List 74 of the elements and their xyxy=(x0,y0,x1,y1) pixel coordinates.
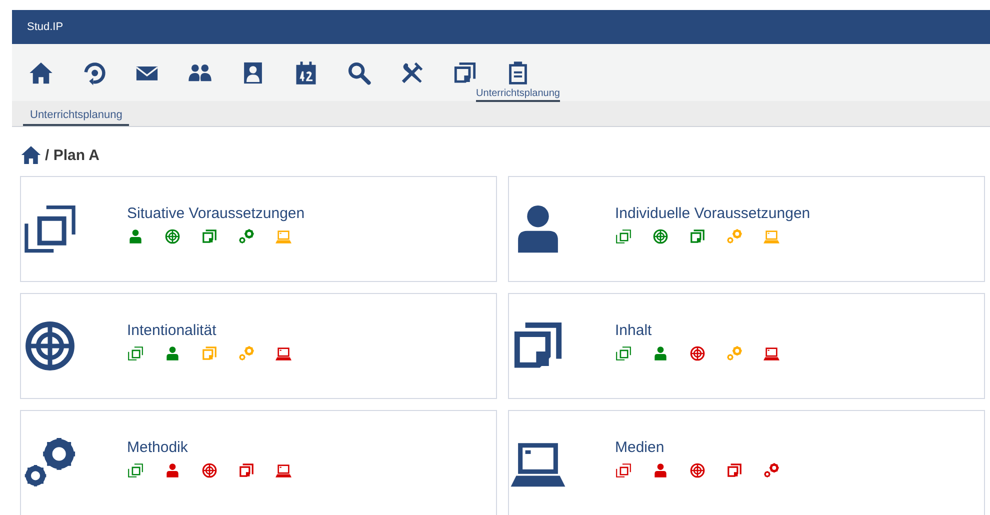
home-icon[interactable] xyxy=(28,60,54,86)
frame-icon xyxy=(127,462,144,479)
card-title[interactable]: Situative Voraussetzungen xyxy=(127,205,305,222)
status-indicator[interactable] xyxy=(275,345,292,362)
gears-icon xyxy=(763,462,780,479)
documents-icon xyxy=(726,462,743,479)
status-indicator[interactable] xyxy=(201,228,218,245)
category-card[interactable]: Intentionalität xyxy=(20,293,497,399)
card-title[interactable]: Methodik xyxy=(127,439,292,456)
category-card[interactable]: Methodik xyxy=(20,410,497,515)
card-title[interactable]: Individuelle Voraussetzungen xyxy=(615,205,810,222)
breadcrumb-text: / Plan A xyxy=(45,146,100,164)
status-indicator[interactable] xyxy=(201,462,218,479)
status-indicator[interactable] xyxy=(127,228,144,245)
documents-icon xyxy=(201,345,218,362)
gears-icon xyxy=(238,228,255,245)
status-indicator[interactable] xyxy=(763,345,780,362)
person-icon xyxy=(164,462,181,479)
person-icon xyxy=(164,345,181,362)
category-card[interactable]: Individuelle Voraussetzungen xyxy=(508,176,985,282)
status-indicator[interactable] xyxy=(652,228,669,245)
status-indicator[interactable] xyxy=(615,462,632,479)
category-card[interactable]: Inhalt xyxy=(508,293,985,399)
frame-icon xyxy=(615,345,632,362)
status-indicator[interactable] xyxy=(164,345,181,362)
status-indicator[interactable] xyxy=(238,462,255,479)
status-indicator[interactable] xyxy=(763,462,780,479)
person-icon xyxy=(652,345,669,362)
status-indicator[interactable] xyxy=(238,228,255,245)
site-title[interactable]: Stud.IP xyxy=(27,21,64,33)
gears-icon xyxy=(726,345,743,362)
status-indicator[interactable] xyxy=(275,462,292,479)
laptop-icon xyxy=(763,345,780,362)
gears-icon xyxy=(726,228,743,245)
status-indicator[interactable] xyxy=(726,462,743,479)
card-title[interactable]: Intentionalität xyxy=(127,322,292,339)
person-icon xyxy=(127,228,144,245)
crosshair-icon xyxy=(201,462,218,479)
status-indicator[interactable] xyxy=(164,228,181,245)
card-title[interactable]: Inhalt xyxy=(615,322,780,339)
home-icon[interactable] xyxy=(20,144,42,166)
status-indicator[interactable] xyxy=(689,228,706,245)
documents-icon xyxy=(201,228,218,245)
documents-icon[interactable] xyxy=(452,60,478,86)
frame-icon xyxy=(127,345,144,362)
status-indicator[interactable] xyxy=(615,228,632,245)
status-indicator[interactable] xyxy=(652,462,669,479)
person-icon xyxy=(652,462,669,479)
category-card[interactable]: Medien xyxy=(508,410,985,515)
status-indicator[interactable] xyxy=(689,462,706,479)
crosshair-icon xyxy=(689,345,706,362)
laptop-icon xyxy=(763,228,780,245)
status-indicator[interactable] xyxy=(127,462,144,479)
frame-icon xyxy=(615,462,632,479)
status-indicator[interactable] xyxy=(652,345,669,362)
status-indicator[interactable] xyxy=(164,462,181,479)
crosshair-icon xyxy=(652,228,669,245)
frame-icon xyxy=(615,228,632,245)
crosshair-icon xyxy=(164,228,181,245)
status-indicator[interactable] xyxy=(615,345,632,362)
tools-icon[interactable] xyxy=(399,60,425,86)
search-icon[interactable] xyxy=(346,60,372,86)
documents-icon xyxy=(238,462,255,479)
crosshair-icon xyxy=(689,462,706,479)
laptop-icon xyxy=(275,345,292,362)
status-indicator[interactable] xyxy=(689,345,706,362)
gears-icon xyxy=(238,345,255,362)
status-indicator[interactable] xyxy=(127,345,144,362)
documents-icon xyxy=(689,228,706,245)
category-card[interactable]: Situative Voraussetzungen xyxy=(20,176,497,282)
card-title[interactable]: Medien xyxy=(615,439,780,456)
tab[interactable]: Unterrichtsplanung xyxy=(23,109,130,126)
laptop-icon xyxy=(275,228,292,245)
laptop-icon xyxy=(275,462,292,479)
